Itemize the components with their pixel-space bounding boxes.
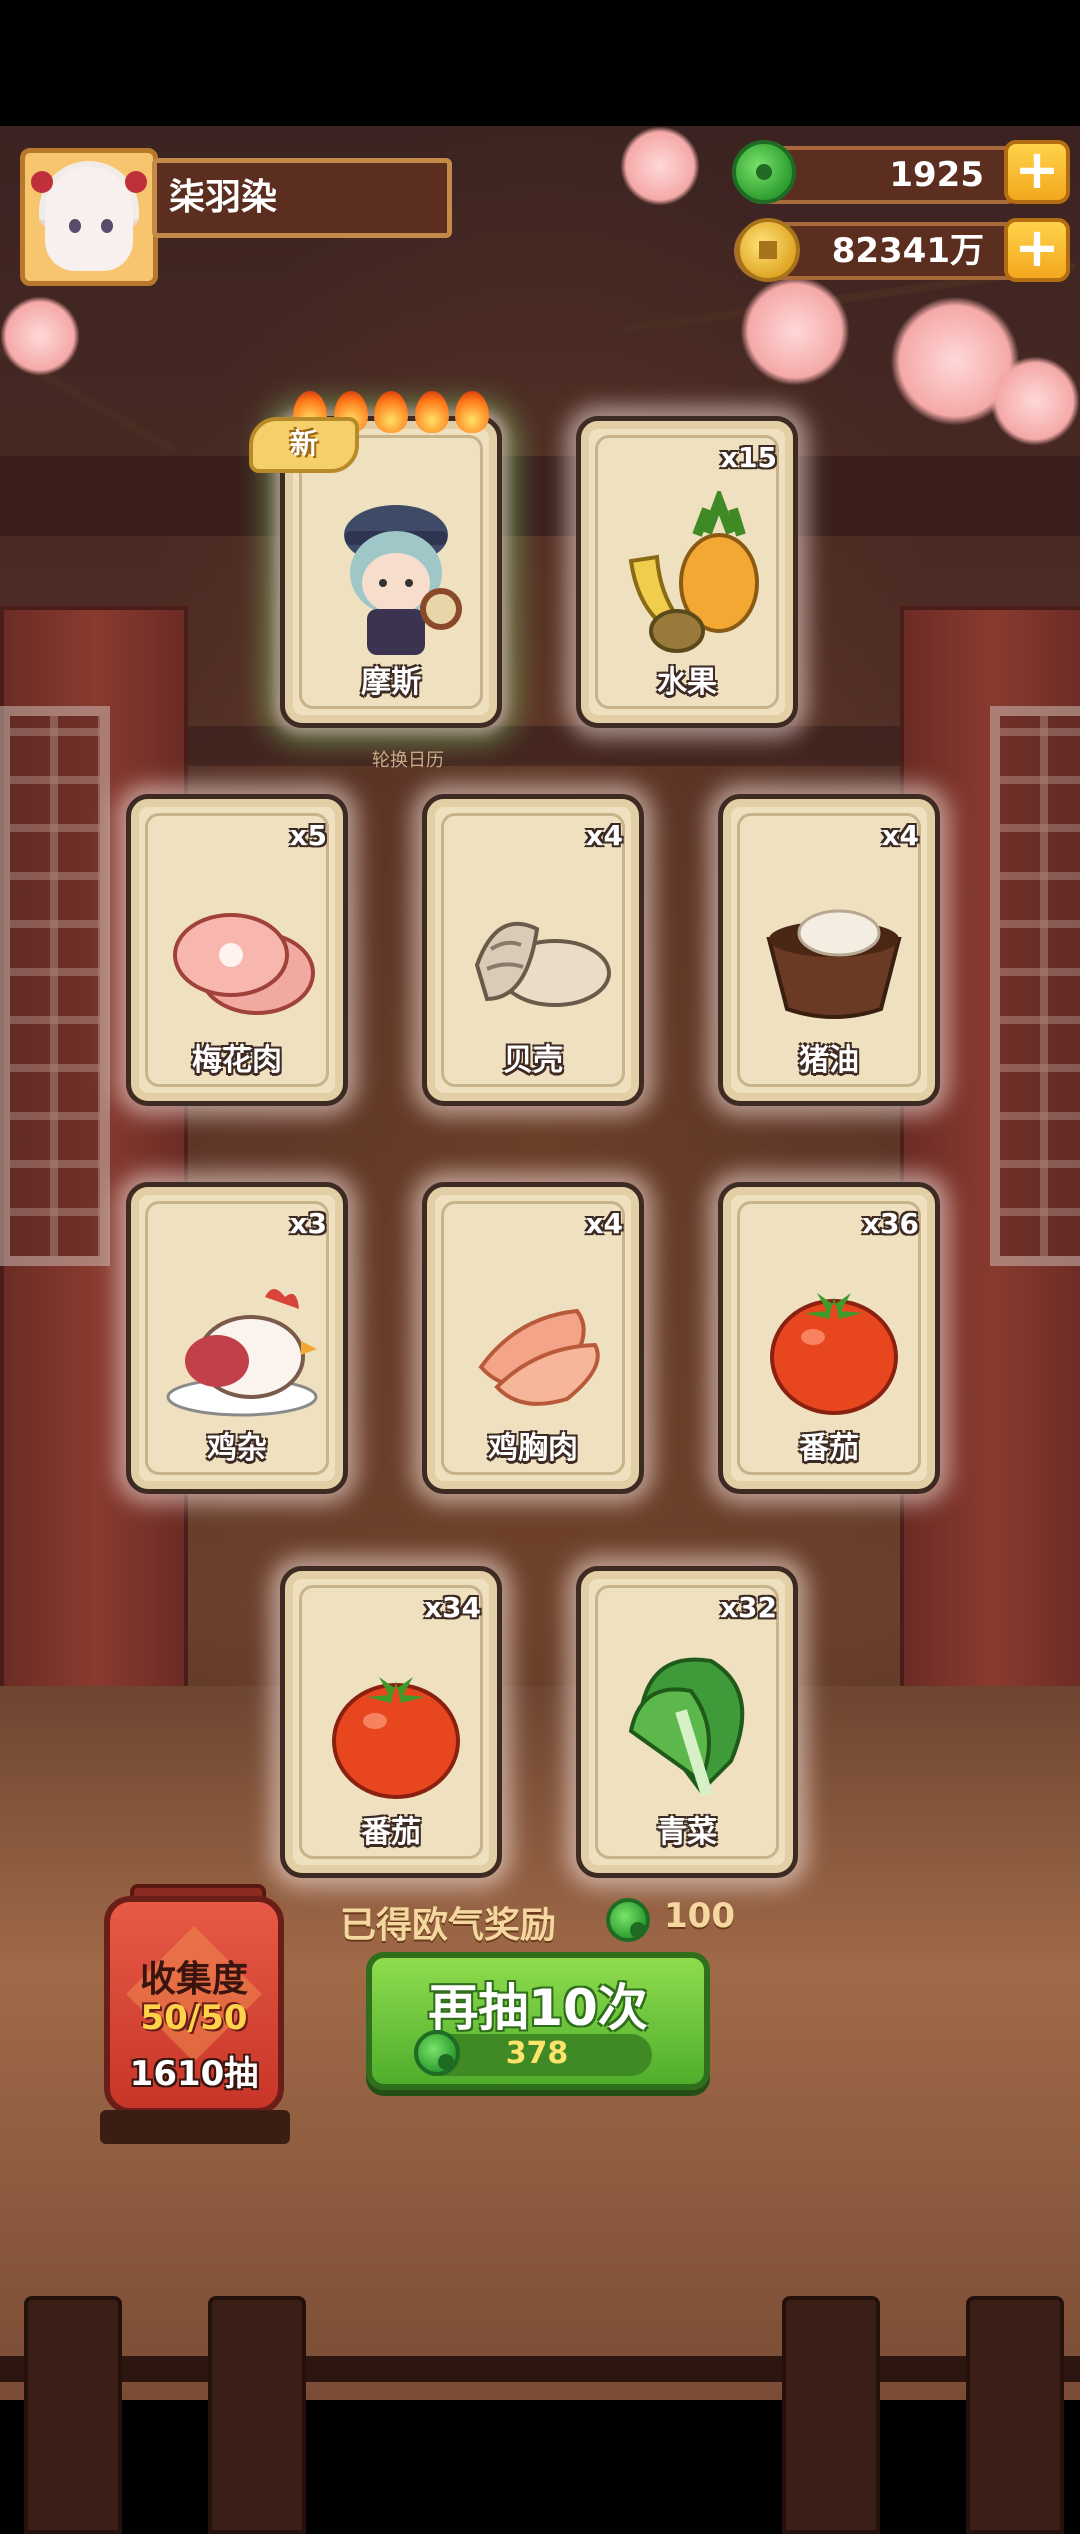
card-count: x34 bbox=[423, 1591, 481, 1624]
add-gold-button[interactable]: + bbox=[1004, 218, 1070, 282]
blossom bbox=[620, 126, 700, 206]
card-tomato[interactable]: x36 番茄 bbox=[718, 1182, 940, 1494]
blossom bbox=[0, 296, 80, 376]
card-count: x15 bbox=[719, 441, 777, 474]
card-count: x4 bbox=[585, 819, 623, 852]
avatar-bow bbox=[125, 171, 147, 193]
card-label: 摩斯 bbox=[361, 665, 421, 700]
lard-bowl-icon bbox=[753, 869, 905, 1029]
card-count: x5 bbox=[289, 819, 327, 852]
jade-value: 1925 bbox=[889, 155, 984, 195]
rotation-calendar-label: 轮换日历 bbox=[372, 750, 444, 771]
chicken-icon bbox=[161, 1257, 318, 1417]
card-label: 番茄 bbox=[361, 1815, 421, 1850]
card-chicken-breast[interactable]: x4 鸡胸肉 bbox=[422, 1182, 644, 1494]
avatar-eye bbox=[69, 219, 81, 233]
card-fruit[interactable]: x15 水果 bbox=[576, 416, 798, 728]
reward-label: 已得欧气奖励 bbox=[340, 1905, 557, 1946]
card-shell[interactable]: x4 贝壳 bbox=[422, 794, 644, 1106]
fruit-icon bbox=[611, 486, 763, 653]
tomato-icon bbox=[753, 1257, 905, 1417]
card-label: 鸡胸肉 bbox=[488, 1431, 578, 1466]
blossom bbox=[990, 356, 1080, 446]
card-label: 梅花肉 bbox=[192, 1043, 282, 1078]
collection-lantern[interactable]: 收集度 50/50 1610抽 bbox=[104, 1896, 284, 2114]
collection-draw-count: 1610抽 bbox=[129, 2054, 259, 2094]
blossom bbox=[740, 276, 850, 386]
fence-post bbox=[966, 2296, 1064, 2534]
fence-post bbox=[208, 2296, 306, 2534]
flame-icon bbox=[414, 391, 449, 433]
card-label: 番茄 bbox=[799, 1431, 859, 1466]
chicken-breast-icon bbox=[457, 1257, 609, 1417]
tomato-icon bbox=[315, 1641, 467, 1801]
fence-post bbox=[782, 2296, 880, 2534]
bok-choy-icon bbox=[611, 1641, 763, 1801]
avatar-face bbox=[45, 167, 133, 271]
avatar-eye bbox=[101, 219, 113, 233]
left-window-lattice bbox=[0, 706, 110, 1266]
draw-cost-value: 378 bbox=[505, 2036, 569, 2071]
jade-coin-icon bbox=[606, 1898, 650, 1942]
card-label: 猪油 bbox=[799, 1043, 859, 1078]
card-label: 水果 bbox=[657, 665, 717, 700]
fence-post bbox=[24, 2296, 122, 2534]
add-jade-button[interactable]: + bbox=[1004, 140, 1070, 204]
avatar-bow bbox=[31, 171, 53, 193]
flame-icon bbox=[455, 391, 489, 433]
lantern-stand bbox=[100, 2110, 290, 2144]
card-character-mosi[interactable]: 新 摩斯 bbox=[249, 391, 502, 728]
new-badge: 新 bbox=[249, 417, 359, 473]
card-chicken-giblets[interactable]: x3 鸡杂 bbox=[126, 1182, 348, 1494]
card-count: x32 bbox=[719, 1591, 777, 1624]
gold-value: 82341万 bbox=[831, 231, 984, 271]
card-count: x4 bbox=[881, 819, 919, 852]
card-count: x36 bbox=[861, 1207, 919, 1240]
collection-title: 收集度 bbox=[139, 1959, 248, 2000]
card-label: 青菜 bbox=[657, 1815, 717, 1850]
reward-value: 100 bbox=[664, 1896, 735, 1936]
draw-cost: 378 bbox=[414, 2030, 652, 2076]
card-tomato-2[interactable]: x34 番茄 bbox=[280, 1566, 502, 1878]
gold-coin-icon bbox=[736, 218, 800, 282]
card-label: 贝壳 bbox=[503, 1043, 563, 1078]
jade-coin-icon bbox=[732, 140, 796, 204]
fence-rail bbox=[0, 2356, 1080, 2382]
draw-button-label: 再抽10次 bbox=[428, 1979, 648, 2037]
flame-icon bbox=[374, 391, 408, 433]
card-count: x3 bbox=[289, 1207, 327, 1240]
meat-icon bbox=[161, 869, 315, 1029]
shell-icon bbox=[457, 869, 611, 1029]
card-count: x4 bbox=[585, 1207, 623, 1240]
right-window-lattice bbox=[990, 706, 1080, 1266]
player-name: 柒羽染 bbox=[152, 158, 452, 238]
roof-beam bbox=[0, 456, 1080, 536]
card-pork-shoulder[interactable]: x5 梅花肉 bbox=[126, 794, 348, 1106]
draw-again-button[interactable]: 再抽10次 378 bbox=[366, 1952, 710, 2090]
card-greens[interactable]: x32 青菜 bbox=[576, 1566, 798, 1878]
detective-character-icon bbox=[315, 491, 467, 655]
card-label: 鸡杂 bbox=[207, 1431, 267, 1466]
collection-progress: 50/50 bbox=[140, 1998, 248, 2038]
player-avatar[interactable] bbox=[20, 148, 158, 286]
card-lard[interactable]: x4 猪油 bbox=[718, 794, 940, 1106]
